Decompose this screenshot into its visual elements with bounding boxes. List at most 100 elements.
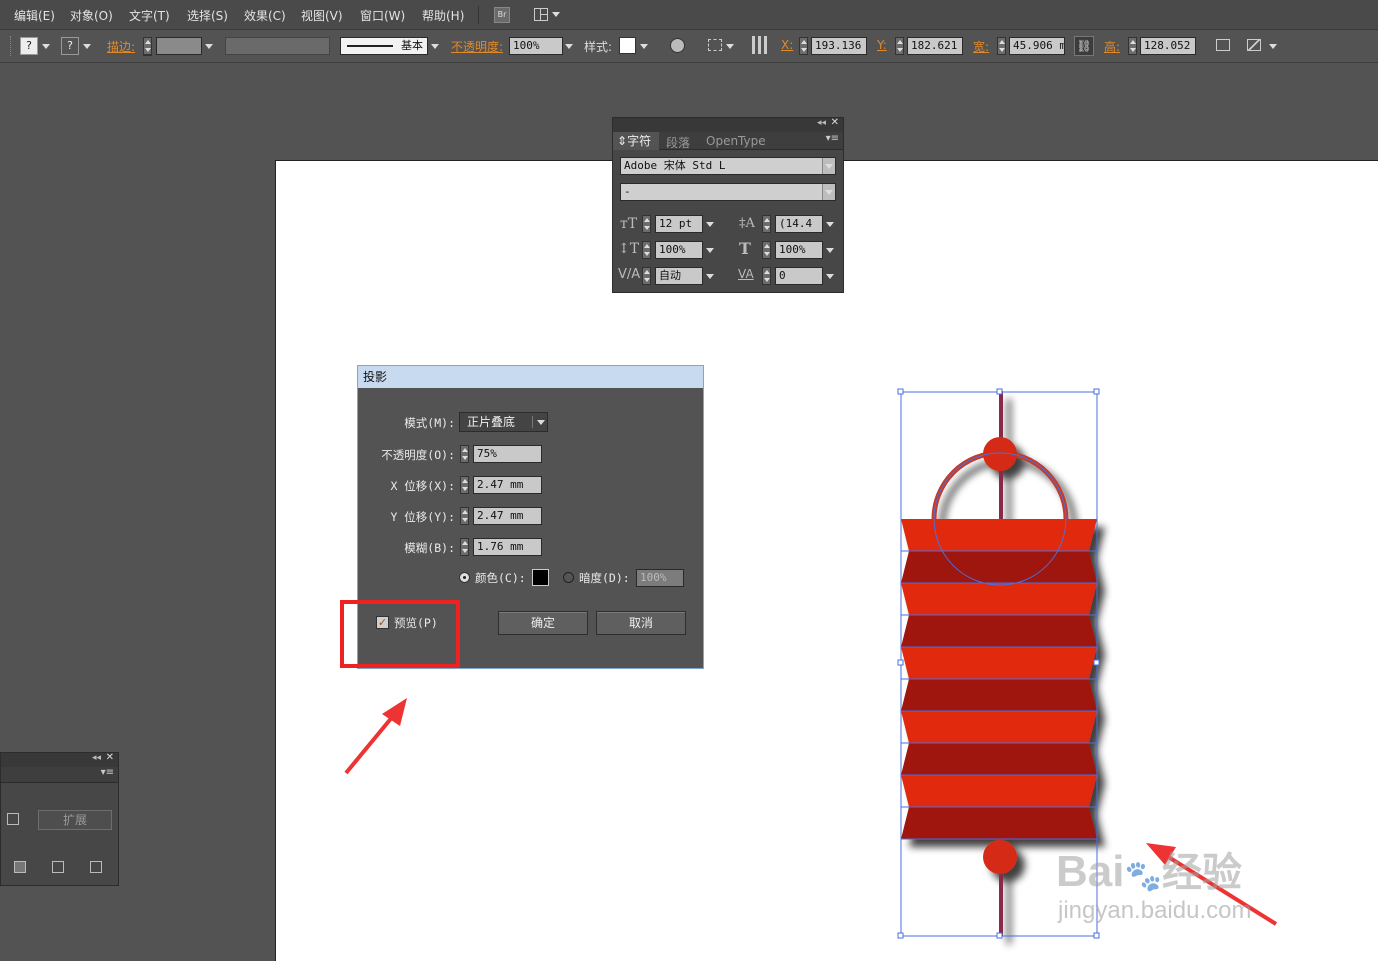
reference-point-icon[interactable] [752,36,770,54]
x-spinner[interactable] [799,37,808,55]
tracking-dropdown-icon[interactable] [824,267,836,285]
style-dropdown-icon[interactable] [638,37,650,55]
menu-bar: 编辑(E) 对象(O) 文字(T) 选择(S) 效果(C) 视图(V) 窗口(W… [0,0,1378,30]
y-offset-spinner[interactable] [460,507,469,525]
x-offset-field[interactable]: 2.47 mm [473,476,542,494]
opacity-field[interactable]: 75% [473,445,542,463]
height-field[interactable]: 128.052 [1140,37,1196,55]
opacity-label[interactable]: 不透明度: [451,38,503,55]
brush-definition-field[interactable]: 基本 [340,37,428,55]
stroke-dropdown-icon[interactable] [81,37,93,55]
workspace-dropdown-icon[interactable] [550,5,562,23]
font-family-dropdown-icon[interactable] [822,158,835,174]
mode-select[interactable]: 正片叠底 [459,412,548,432]
crop-icon[interactable] [90,861,102,873]
menu-effect[interactable]: 效果(C) [244,7,286,24]
font-size-field[interactable]: 12 pt [655,215,703,233]
opacity-spinner[interactable] [460,445,469,463]
opacity-field[interactable]: 100% [509,37,563,55]
exclude-icon[interactable] [7,813,19,825]
kerning-field[interactable]: 自动 [655,267,703,285]
collapse-icon[interactable]: ◂◂ [92,753,101,763]
isolate-icon[interactable] [1247,39,1261,51]
workspace-icon[interactable] [534,8,548,21]
mode-dropdown-icon[interactable] [535,413,547,431]
menu-divider [478,6,479,24]
panel-menu-icon[interactable]: ▾≡ [826,133,839,144]
height-spinner[interactable] [1128,37,1137,55]
font-size-dropdown-icon[interactable] [704,215,716,233]
vscale-field[interactable]: 100% [655,241,703,259]
menu-view[interactable]: 视图(V) [301,7,343,24]
tracking-field[interactable]: 0 [775,267,823,285]
stroke-label[interactable]: 描边: [107,38,135,55]
y-offset-label: Y 位移(Y): [390,510,455,524]
opacity-dropdown-icon[interactable] [563,37,575,55]
variable-width-field[interactable] [225,37,330,55]
color-radio[interactable] [459,572,470,583]
dialog-title[interactable]: 投影 [358,366,703,388]
panel-header: ◂◂ ✕ [1,752,118,767]
x-offset-spinner[interactable] [460,476,469,494]
leading-dropdown-icon[interactable] [824,215,836,233]
fill-dropdown-icon[interactable] [40,37,52,55]
cancel-button[interactable]: 取消 [596,611,686,635]
darkness-radio[interactable] [563,572,574,583]
y-offset-field[interactable]: 2.47 mm [473,507,542,525]
expand-button[interactable]: 扩展 [38,810,112,830]
stroke-weight-spinner[interactable] [143,37,152,55]
link-constrain-icon[interactable]: ⛓ [1074,36,1094,56]
tab-paragraph[interactable]: 段落 [666,134,690,151]
fill-swatch[interactable]: ? [20,37,38,55]
stroke-weight-field[interactable] [156,37,202,55]
vscale-dropdown-icon[interactable] [704,241,716,259]
align-icon[interactable] [708,39,722,51]
close-icon[interactable]: ✕ [106,752,114,763]
panel-menu-icon[interactable]: ▾≡ [101,767,114,778]
menu-window[interactable]: 窗口(W) [360,7,405,24]
merge-icon[interactable] [52,861,64,873]
recolor-icon[interactable] [670,38,685,53]
y-spinner[interactable] [895,37,904,55]
blur-field[interactable]: 1.76 mm [473,538,542,556]
control-menu-dropdown-icon[interactable] [1267,37,1279,55]
transform-icon[interactable] [1216,39,1230,51]
stroke-swatch[interactable]: ? [61,37,79,55]
tab-character[interactable]: ⇕字符 [613,132,659,150]
stroke-weight-dropdown-icon[interactable] [203,37,215,55]
width-spinner[interactable] [997,37,1006,55]
menu-help[interactable]: 帮助(H) [422,7,464,24]
hscale-field[interactable]: 100% [775,241,823,259]
menu-object[interactable]: 对象(O) [70,7,113,24]
menu-select[interactable]: 选择(S) [187,7,228,24]
bridge-icon[interactable]: Br [494,7,510,23]
leading-icon: ‡A [739,216,755,231]
vscale-spinner[interactable] [642,241,651,259]
font-size-spinner[interactable] [642,215,651,233]
align-dropdown-icon[interactable] [724,37,736,55]
collapse-icon[interactable]: ◂◂ [817,118,826,128]
x-field[interactable]: 193.136 [811,37,867,55]
tab-opentype[interactable]: OpenType [706,134,766,148]
kerning-dropdown-icon[interactable] [704,267,716,285]
y-field[interactable]: 182.621 [907,37,963,55]
menu-edit[interactable]: 编辑(E) [14,7,55,24]
hscale-dropdown-icon[interactable] [824,241,836,259]
color-swatch[interactable] [532,569,549,586]
hscale-spinner[interactable] [762,241,771,259]
trim-icon[interactable] [14,861,26,873]
font-style-dropdown-icon[interactable] [822,184,835,200]
menu-type[interactable]: 文字(T) [129,7,170,24]
ok-button[interactable]: 确定 [498,611,588,635]
leading-spinner[interactable] [762,215,771,233]
leading-field[interactable]: (14.4 [775,215,823,233]
kerning-spinner[interactable] [642,267,651,285]
font-family-field[interactable]: Adobe 宋体 Std L [620,157,836,175]
font-style-field[interactable]: - [620,183,836,201]
close-icon[interactable]: ✕ [831,117,839,128]
graphic-style-swatch[interactable] [619,37,636,54]
width-field[interactable]: 45.906 m [1009,37,1065,55]
tracking-spinner[interactable] [762,267,771,285]
brush-dropdown-icon[interactable] [429,37,441,55]
blur-spinner[interactable] [460,538,469,556]
